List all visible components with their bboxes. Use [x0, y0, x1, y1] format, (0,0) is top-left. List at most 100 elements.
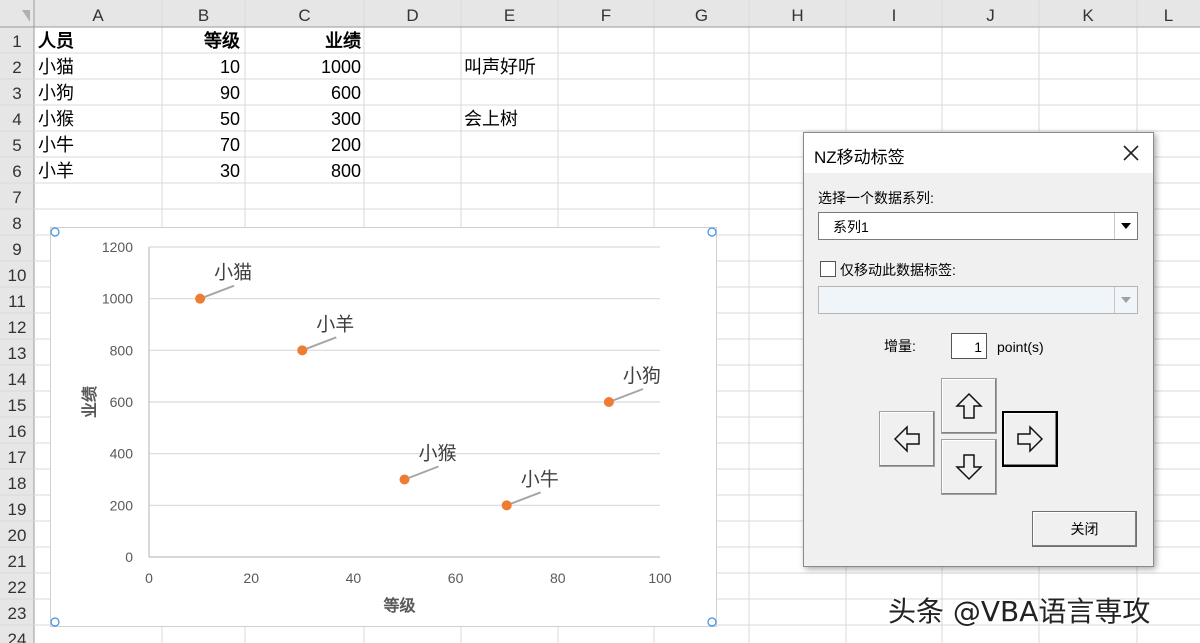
y-tick-label: 800	[110, 342, 134, 358]
arrow-right-icon	[1017, 425, 1044, 453]
cell-score[interactable]: 300	[245, 106, 361, 132]
column-header[interactable]: D	[406, 6, 418, 25]
resize-handle[interactable]	[707, 617, 717, 627]
data-label[interactable]: 小猫	[214, 262, 252, 284]
row-header[interactable]: 7	[12, 188, 21, 207]
header-cell-level[interactable]: 等级	[162, 28, 240, 54]
y-tick-label: 200	[110, 497, 134, 513]
column-header[interactable]: F	[601, 6, 611, 25]
cell-note[interactable]: 会上树	[464, 106, 518, 132]
data-label[interactable]: 小猴	[419, 443, 457, 465]
cell-level[interactable]: 50	[162, 106, 240, 132]
row-header[interactable]: 23	[8, 604, 27, 623]
row-header[interactable]: 17	[8, 448, 27, 467]
row-header[interactable]: 14	[8, 370, 27, 389]
resize-handle[interactable]	[707, 227, 717, 237]
cell-score[interactable]: 200	[245, 132, 361, 158]
row-header[interactable]: 9	[12, 240, 21, 259]
cell-name[interactable]: 小狗	[38, 80, 74, 106]
y-tick-label: 1200	[102, 239, 133, 255]
row-header[interactable]: 22	[8, 578, 27, 597]
y-tick-label: 600	[110, 394, 134, 410]
data-label[interactable]: 小羊	[316, 313, 354, 335]
column-header[interactable]: I	[892, 6, 897, 25]
row-header[interactable]: 24	[8, 630, 27, 643]
data-point[interactable]	[297, 345, 308, 356]
x-tick-label: 100	[648, 570, 672, 586]
row-header[interactable]: 8	[12, 214, 21, 233]
row-header[interactable]: 12	[8, 318, 27, 337]
x-tick-label: 80	[550, 570, 566, 586]
only-this-label-text: 仅移动此数据标签:	[840, 262, 956, 278]
move-right-button[interactable]	[1002, 411, 1058, 467]
data-point[interactable]	[399, 474, 410, 485]
cell-name[interactable]: 小猫	[38, 54, 74, 80]
column-header[interactable]: E	[504, 6, 515, 25]
cell-level[interactable]: 70	[162, 132, 240, 158]
row-header[interactable]: 15	[8, 396, 27, 415]
row-header[interactable]: 11	[8, 292, 26, 311]
column-header[interactable]: J	[986, 6, 995, 25]
dialog-titlebar[interactable]: NZ移动标签	[804, 133, 1153, 173]
arrow-left-icon	[893, 425, 920, 453]
arrow-down-icon	[955, 454, 983, 481]
data-point[interactable]	[195, 293, 206, 304]
row-header[interactable]: 5	[12, 136, 21, 155]
header-cell-person[interactable]: 人员	[38, 28, 74, 54]
cell-score[interactable]: 800	[245, 158, 361, 184]
move-down-button[interactable]	[941, 439, 997, 495]
row-header[interactable]: 21	[8, 552, 27, 571]
data-point[interactable]	[501, 500, 512, 511]
label-dropdown	[818, 286, 1138, 314]
resize-handle[interactable]	[50, 617, 60, 627]
column-header[interactable]: L	[1164, 6, 1173, 25]
header-cell-score[interactable]: 业绩	[245, 28, 361, 54]
cell-name[interactable]: 小猴	[38, 106, 74, 132]
chart-area[interactable]	[50, 227, 717, 627]
series-dropdown[interactable]: 系列1	[818, 212, 1138, 240]
only-this-label-checkbox[interactable]	[820, 261, 836, 277]
y-tick-label: 1000	[102, 291, 133, 307]
row-header[interactable]: 20	[8, 526, 27, 545]
column-header[interactable]: A	[92, 6, 104, 25]
column-header[interactable]: C	[298, 6, 310, 25]
cell-name[interactable]: 小牛	[38, 132, 74, 158]
row-header[interactable]: 6	[12, 162, 21, 181]
row-header[interactable]: 1	[12, 32, 21, 51]
increment-input[interactable]: 1	[951, 333, 987, 359]
cell-note[interactable]: 叫声好听	[464, 54, 536, 80]
row-header[interactable]: 4	[12, 110, 21, 129]
row-header[interactable]: 18	[8, 474, 27, 493]
data-label[interactable]: 小狗	[623, 365, 661, 387]
cell-score[interactable]: 1000	[245, 54, 361, 80]
data-point[interactable]	[603, 397, 614, 407]
resize-handle[interactable]	[50, 227, 60, 237]
cell-level[interactable]: 90	[162, 80, 240, 106]
row-header[interactable]: 16	[8, 422, 27, 441]
cell-level[interactable]: 10	[162, 54, 240, 80]
close-button[interactable]: 关闭	[1032, 511, 1137, 547]
increment-unit: point(s)	[997, 339, 1044, 355]
close-icon[interactable]	[1119, 141, 1143, 165]
x-tick-label: 60	[448, 570, 464, 586]
row-header[interactable]: 13	[8, 344, 27, 363]
move-up-button[interactable]	[941, 378, 997, 434]
scatter-chart[interactable]: 0 200 400 600 800 1000 1200 0 20 40 60 80 100 等级 业绩 小猫小…	[50, 227, 717, 627]
y-axis-title: 业绩	[80, 386, 99, 418]
y-tick-label: 0	[125, 549, 133, 565]
data-label[interactable]: 小牛	[521, 468, 559, 490]
row-header[interactable]: 2	[12, 58, 21, 77]
column-header[interactable]: B	[198, 6, 209, 25]
cell-score[interactable]: 600	[245, 80, 361, 106]
row-header[interactable]: 10	[8, 266, 27, 285]
row-header[interactable]: 19	[8, 500, 27, 519]
row-header[interactable]: 3	[12, 84, 21, 103]
column-header[interactable]: H	[791, 6, 803, 25]
cell-name[interactable]: 小羊	[38, 158, 74, 184]
column-header[interactable]: K	[1082, 6, 1094, 25]
column-header[interactable]: G	[695, 6, 708, 25]
x-tick-label: 20	[243, 570, 259, 586]
cell-level[interactable]: 30	[162, 158, 240, 184]
move-left-button[interactable]	[879, 411, 935, 467]
dropdown-arrow-icon[interactable]	[1114, 213, 1137, 239]
